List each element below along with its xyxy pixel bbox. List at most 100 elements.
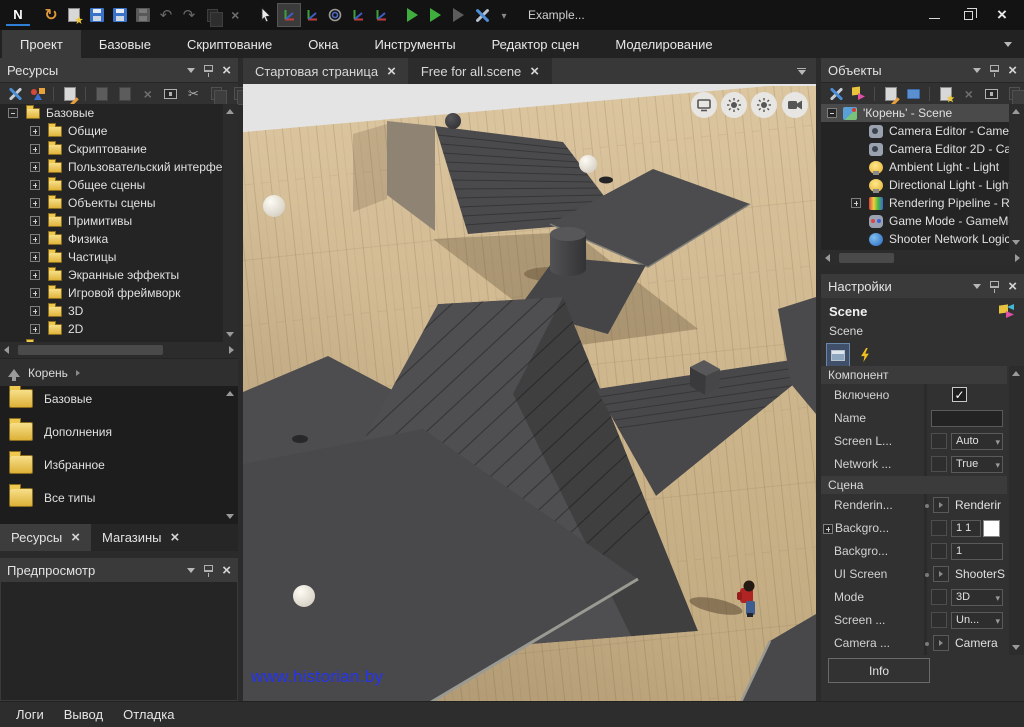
move-tool-button[interactable] — [278, 4, 300, 26]
close-icon[interactable] — [530, 64, 539, 79]
status-tab-debug[interactable]: Отладка — [116, 705, 181, 724]
section-scene[interactable]: Сцена — [821, 476, 1007, 494]
scroll-down-icon[interactable] — [1012, 240, 1020, 245]
tools-icon[interactable] — [5, 85, 24, 103]
copy-icon[interactable] — [207, 85, 226, 103]
folder-item[interactable]: Базовые — [0, 386, 238, 419]
scroll-right-icon[interactable] — [1015, 254, 1020, 262]
viewport-display-button[interactable] — [691, 92, 717, 118]
section-component[interactable]: Компонент — [821, 366, 1007, 384]
objects-tree-vscrollbar[interactable] — [1009, 104, 1024, 250]
tree-item[interactable]: 3D — [0, 302, 238, 320]
viewport-lighting-button[interactable] — [721, 92, 747, 118]
folder-item[interactable]: Дополнения — [0, 419, 238, 452]
scroll-up-icon[interactable] — [226, 109, 234, 114]
reset-box[interactable] — [931, 456, 947, 472]
close-icon[interactable] — [387, 64, 396, 79]
copy-button[interactable] — [201, 4, 223, 26]
reference-button[interactable] — [933, 497, 949, 513]
folder-icon[interactable] — [904, 85, 923, 103]
select-frame-icon[interactable] — [161, 85, 180, 103]
app-logo[interactable]: N — [6, 4, 30, 26]
tools-button[interactable] — [470, 4, 492, 26]
redo-button[interactable] — [178, 4, 200, 26]
scroll-down-icon[interactable] — [226, 514, 234, 519]
play-button[interactable] — [401, 4, 423, 26]
menu-scene-editor[interactable]: Редактор сцен — [474, 30, 598, 58]
tree-item[interactable]: Ambient Light - Light — [821, 158, 1024, 176]
tree-item[interactable]: Rendering Pipeline - Ren — [821, 194, 1024, 212]
delete-icon[interactable] — [138, 85, 157, 103]
status-tab-logs[interactable]: Логи — [9, 705, 51, 724]
delete-button[interactable] — [224, 4, 246, 26]
menu-scripting[interactable]: Скриптование — [169, 30, 290, 58]
dropdown[interactable]: 3D — [951, 589, 1003, 606]
scroll-up-icon[interactable] — [1012, 109, 1020, 114]
tree-item[interactable]: Частицы — [0, 248, 238, 266]
tree-item[interactable]: Объекты сцены — [0, 194, 238, 212]
expand-icon[interactable] — [823, 524, 833, 534]
move-snap-tool-button[interactable] — [301, 4, 323, 26]
tree-item[interactable]: Camera Editor 2D - Cam — [821, 140, 1024, 158]
minimize-button[interactable] — [928, 9, 940, 21]
copy-icon[interactable] — [1005, 85, 1024, 103]
resources-tree-vscrollbar[interactable] — [223, 104, 238, 342]
tree-item[interactable]: Экранные эффекты — [0, 266, 238, 284]
reset-box[interactable] — [931, 520, 947, 536]
tree-item[interactable]: Игровой фреймворк — [0, 284, 238, 302]
settings-vscrollbar[interactable] — [1009, 366, 1024, 655]
folder-item[interactable]: Все типы — [0, 485, 238, 518]
dropdown[interactable]: Un... — [951, 612, 1003, 629]
save-disabled-button[interactable] — [132, 4, 154, 26]
scene-viewport[interactable]: www.historian.by — [243, 84, 816, 701]
tree-item[interactable]: Shooter Network Logic - — [821, 230, 1024, 248]
close-icon[interactable] — [222, 563, 231, 578]
tab-resources[interactable]: Ресурсы — [0, 524, 91, 551]
types-icon[interactable] — [28, 85, 47, 103]
reset-box[interactable] — [931, 589, 947, 605]
refresh-button[interactable] — [40, 4, 62, 26]
viewport-lighting-alt-button[interactable] — [751, 92, 777, 118]
scroll-left-icon[interactable] — [4, 346, 9, 354]
reset-box[interactable] — [931, 433, 947, 449]
play-alt-button[interactable] — [424, 4, 446, 26]
hscroll-thumb[interactable] — [18, 345, 163, 355]
scroll-down-icon[interactable] — [226, 332, 234, 337]
scene-3d[interactable] — [243, 84, 816, 701]
tools-icon[interactable] — [826, 85, 845, 103]
reset-box[interactable] — [931, 543, 947, 559]
tab-list-icon[interactable] — [797, 68, 806, 75]
panel-menu-icon[interactable] — [187, 68, 195, 73]
undo-button[interactable] — [155, 4, 177, 26]
new-file-button[interactable] — [63, 4, 85, 26]
dropdown[interactable]: Auto — [951, 433, 1003, 450]
menu-project[interactable]: Проект — [2, 30, 81, 58]
pin-icon[interactable] — [990, 65, 999, 72]
reset-box[interactable] — [931, 612, 947, 628]
pin-icon[interactable] — [990, 281, 999, 288]
tree-item[interactable]: Общие — [0, 122, 238, 140]
tree-item[interactable]: Game Mode - GameMod — [821, 212, 1024, 230]
restore-button[interactable] — [962, 9, 974, 21]
panel-menu-icon[interactable] — [187, 568, 195, 573]
edit-icon[interactable] — [881, 85, 900, 103]
tree-item[interactable]: Физика — [0, 230, 238, 248]
close-icon[interactable] — [1008, 279, 1017, 294]
close-icon[interactable] — [171, 530, 180, 545]
breadcrumb[interactable]: Корень — [28, 366, 68, 380]
status-tab-output[interactable]: Вывод — [57, 705, 110, 724]
name-input[interactable] — [931, 410, 1003, 427]
translate-tool-button[interactable] — [347, 4, 369, 26]
panel-menu-icon[interactable] — [973, 284, 981, 289]
delete-icon[interactable] — [959, 85, 978, 103]
save-all-button[interactable] — [109, 4, 131, 26]
dropdown[interactable]: True — [951, 456, 1003, 473]
scroll-down-icon[interactable] — [1012, 645, 1020, 650]
rotate-tool-button[interactable] — [324, 4, 346, 26]
close-icon[interactable] — [71, 530, 80, 545]
cut-icon[interactable] — [184, 85, 203, 103]
events-view-button[interactable] — [854, 344, 876, 366]
select-frame-icon[interactable] — [982, 85, 1001, 103]
tree-item[interactable]: Camera Editor - Camera — [821, 122, 1024, 140]
new-page-icon[interactable] — [115, 85, 134, 103]
